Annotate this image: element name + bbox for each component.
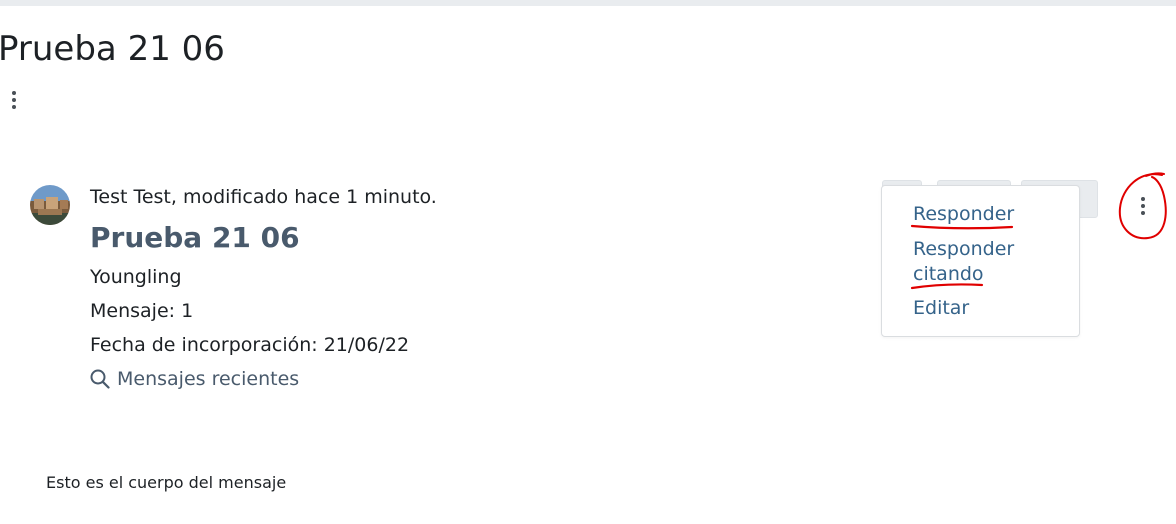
dot <box>1141 211 1145 215</box>
author-post-count: Mensaje: 1 <box>90 300 194 322</box>
menu-item-reply-quoting[interactable]: Responder citando <box>913 237 1014 287</box>
menu-item-edit[interactable]: Editar <box>913 296 969 321</box>
circle-mark-tail <box>1145 172 1165 177</box>
author-role: Youngling <box>90 266 182 288</box>
post-body: Esto es el cuerpo del mensaje <box>46 473 287 492</box>
dot <box>12 105 16 109</box>
author-join-date: Fecha de incorporación: 21/06/22 <box>90 334 410 356</box>
menu-item-reply[interactable]: Responder <box>913 202 1014 227</box>
avatar-image <box>30 185 70 225</box>
top-bar <box>0 0 1176 6</box>
menu-item-label: citando <box>913 263 984 285</box>
avatar[interactable] <box>30 185 70 225</box>
recent-posts-label: Mensajes recientes <box>117 368 300 390</box>
page-actions-menu-icon[interactable] <box>8 91 20 109</box>
post-actions-menu-icon[interactable] <box>1137 197 1149 215</box>
menu-item-label: Responder <box>913 238 1015 260</box>
menu-item-label: Responder <box>913 203 1015 225</box>
dot <box>12 91 16 95</box>
dot <box>1141 197 1145 201</box>
search-icon <box>90 369 110 389</box>
page-title: Prueba 21 06 <box>0 29 225 69</box>
recent-posts-link[interactable]: Mensajes recientes <box>89 367 299 391</box>
dot <box>1141 204 1145 208</box>
post-author-line: Test Test, modificado hace 1 minuto. <box>90 186 437 208</box>
post-actions-dropdown: Responder Responder citando Editar <box>881 185 1080 337</box>
menu-item-label: Editar <box>913 297 970 319</box>
post-subject: Prueba 21 06 <box>90 221 300 254</box>
dot <box>12 98 16 102</box>
